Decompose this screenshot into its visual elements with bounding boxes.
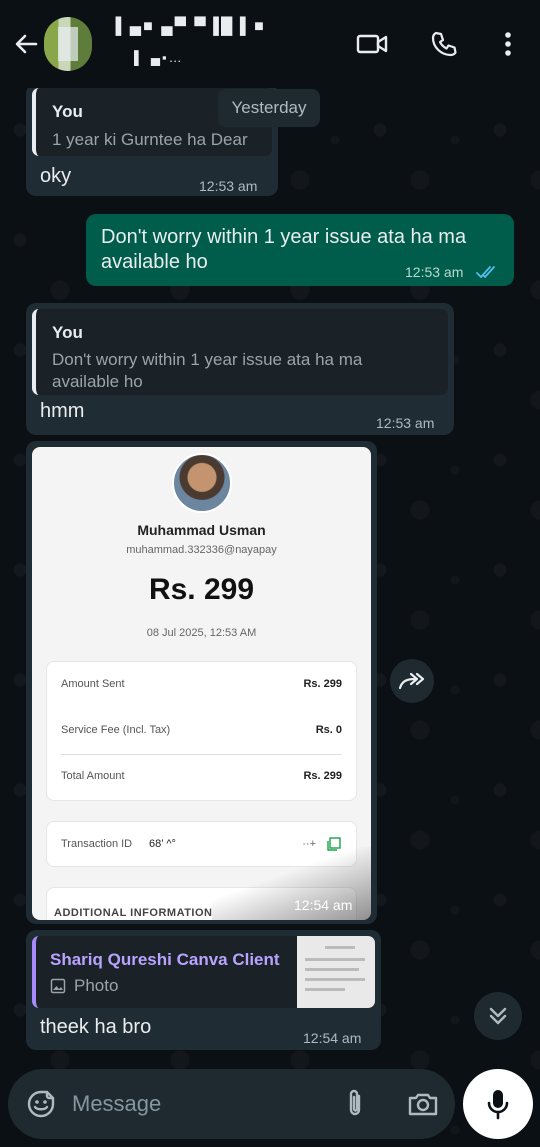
message-text-line2: available ho xyxy=(101,251,208,273)
quoted-photo-message[interactable]: Shariq Qureshi Canva Client Photo xyxy=(32,936,375,1008)
contact-name[interactable]: ▐ ▄■ ▄▀ ▀▐█▐ ■ xyxy=(110,18,266,36)
date-divider: Yesterday xyxy=(218,89,320,127)
message-bubble-incoming[interactable]: You Don't worry within 1 year issue ata … xyxy=(26,303,454,435)
contact-avatar[interactable] xyxy=(44,17,92,71)
back-button[interactable] xyxy=(8,26,44,62)
divider xyxy=(61,754,342,755)
quote-author: You xyxy=(52,102,83,121)
paperclip-icon xyxy=(349,1089,361,1116)
breakdown-row: Service Fee (Incl. Tax) Rs. 0 xyxy=(61,724,342,736)
quote-text-line2: available ho xyxy=(52,372,143,391)
additional-info-heading: ADDITIONAL INFORMATION xyxy=(54,907,213,919)
voice-call-button[interactable] xyxy=(424,24,464,64)
quote-author: You xyxy=(52,323,83,342)
quote-text-line1: Don't worry within 1 year issue ata ha m… xyxy=(52,350,363,369)
sticker-button[interactable] xyxy=(22,1085,60,1123)
image-message-bubble[interactable]: Muhammad Usman muhammad.332336@nayapay R… xyxy=(26,441,377,924)
message-composer xyxy=(8,1069,455,1139)
arrow-left-icon xyxy=(15,34,38,54)
transaction-value: 68’ ^° xyxy=(149,838,176,850)
message-text-line1: Don't worry within 1 year issue ata ha m… xyxy=(101,226,467,248)
amount-breakdown-card: Amount Sent Rs. 299 Service Fee (Incl. T… xyxy=(46,661,357,801)
more-vertical-icon xyxy=(505,32,511,56)
double-chevron-down-icon xyxy=(489,1007,507,1025)
payee-avatar xyxy=(172,453,232,513)
payee-email: muhammad.332336@nayapay xyxy=(126,544,277,556)
row-value: Rs. 0 xyxy=(315,724,342,736)
voice-message-button[interactable] xyxy=(463,1069,533,1139)
row-label: Service Fee (Incl. Tax) xyxy=(61,724,171,736)
breakdown-row: Amount Sent Rs. 299 xyxy=(61,678,342,690)
message-time: 12:54 am xyxy=(303,1030,362,1046)
row-label: Amount Sent xyxy=(61,678,125,690)
phone-icon xyxy=(431,31,457,57)
quote-type: Photo xyxy=(74,976,119,995)
quoted-photo-thumbnail xyxy=(297,936,375,1008)
video-camera-icon xyxy=(356,34,388,54)
payment-receipt-image[interactable]: Muhammad Usman muhammad.332336@nayapay R… xyxy=(32,447,371,920)
contact-status: ▌ ▄▪… xyxy=(134,50,184,65)
payment-date: 08 Jul 2025, 12:53 AM xyxy=(146,627,257,639)
sticker-icon xyxy=(27,1090,55,1118)
scroll-to-bottom-button[interactable] xyxy=(474,992,522,1040)
forward-button[interactable] xyxy=(390,659,434,703)
transaction-label: Transaction ID xyxy=(61,838,133,850)
microphone-icon xyxy=(487,1090,509,1120)
camera-icon xyxy=(408,1093,438,1116)
payee-name: Muhammad Usman xyxy=(137,522,266,538)
chat-header: ▐ ▄■ ▄▀ ▀▐█▐ ■ ▌ ▄▪… xyxy=(0,0,540,88)
message-input[interactable] xyxy=(72,1087,322,1121)
row-label: Total Amount xyxy=(61,770,125,782)
message-time: 12:54 am xyxy=(294,897,353,913)
quoted-message[interactable]: You Don't worry within 1 year issue ata … xyxy=(32,309,448,395)
forward-icon xyxy=(398,672,425,690)
attach-button[interactable] xyxy=(336,1085,374,1123)
message-time: 12:53 am xyxy=(199,178,258,194)
message-text: oky xyxy=(40,165,72,187)
payment-amount: Rs. 299 xyxy=(148,573,255,606)
image-icon xyxy=(50,978,66,994)
message-text: hmm xyxy=(40,400,85,422)
message-text: theek ha bro xyxy=(40,1016,152,1038)
message-time: 12:53 am xyxy=(376,415,435,431)
message-time: 12:53 am xyxy=(405,264,464,280)
message-bubble-outgoing[interactable]: Don't worry within 1 year issue ata ha m… xyxy=(86,214,514,286)
camera-button[interactable] xyxy=(404,1085,442,1123)
breakdown-row: Total Amount Rs. 299 xyxy=(61,770,342,782)
quote-author: Shariq Qureshi Canva Client xyxy=(50,950,280,969)
row-value: Rs. 299 xyxy=(303,770,342,782)
double-check-read-icon xyxy=(476,266,495,278)
more-options-button[interactable] xyxy=(488,24,528,64)
video-call-button[interactable] xyxy=(352,24,392,64)
quote-text: 1 year ki Gurntee ha Dear xyxy=(52,130,248,149)
row-value: Rs. 299 xyxy=(303,678,342,690)
